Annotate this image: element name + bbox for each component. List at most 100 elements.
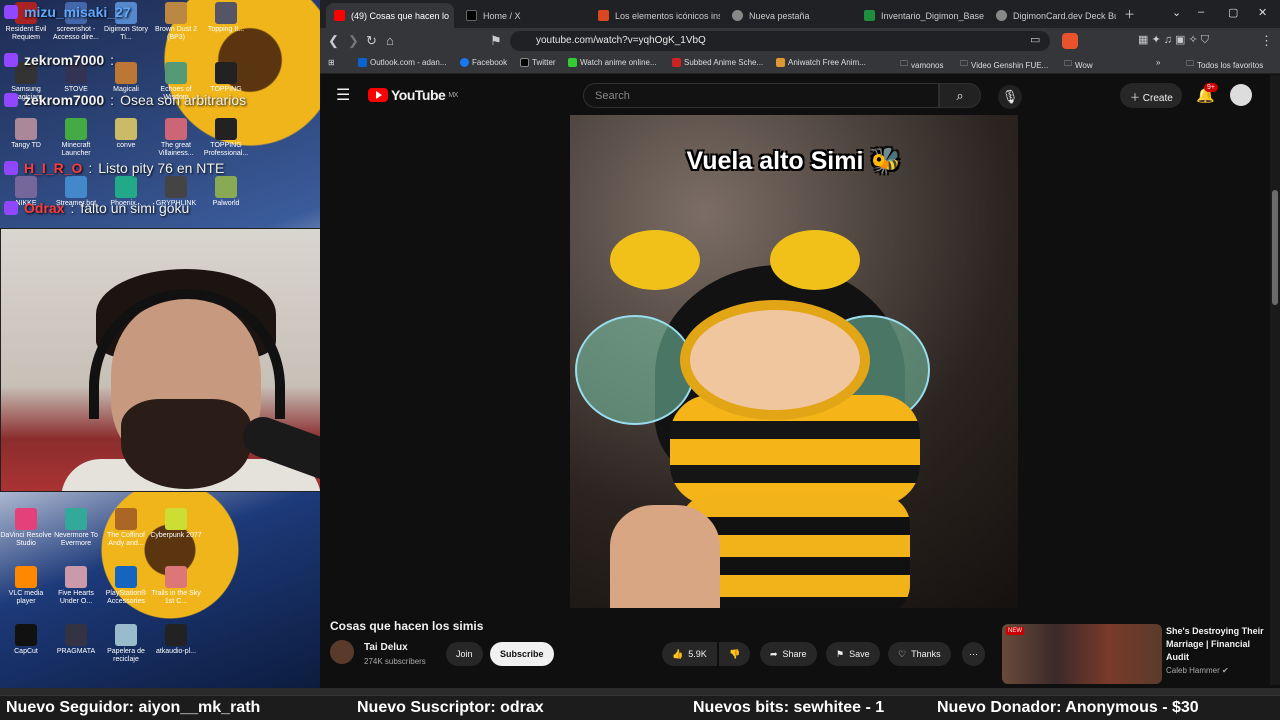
recommended-thumbnail[interactable]: NEW — [1002, 624, 1162, 684]
channel-subscribers: 274K subscribers — [364, 657, 426, 666]
dislike-button[interactable]: 👎 — [719, 642, 751, 666]
desktop-icon[interactable]: Palworld — [200, 176, 252, 208]
tab-youtube[interactable]: (49) Cosas que hacen lo ✕ — [326, 3, 454, 28]
desktop-icon[interactable]: PRAGMATA — [50, 624, 102, 656]
desktop-icon[interactable]: The great Villainess... — [150, 118, 202, 158]
bookmark-all-favorites[interactable]: 🗀 Todos los favoritos — [1186, 58, 1263, 72]
bookmark-twitter[interactable]: Twitter — [520, 58, 556, 67]
chat-text: Osea son arbitrarios — [120, 92, 247, 108]
chat-message: zekrom7000 : Osea son arbitrarios — [4, 92, 246, 108]
desktop-icon[interactable]: Brown Dust 2 (BP3) — [150, 2, 202, 42]
bookmark-folder-vamonos[interactable]: 🗀 vamonos — [900, 58, 943, 72]
chat-message: zekrom7000 : — [4, 52, 114, 68]
new-bits-alert: Nuevos bits: sewhitee - 1 — [693, 699, 885, 716]
scrollbar[interactable] — [1270, 75, 1280, 685]
tab-new[interactable]: Nueva pestaña — [724, 3, 852, 28]
thanks-button[interactable]: ♡ Thanks — [888, 642, 951, 666]
maximize-icon[interactable]: ▢ — [1228, 6, 1238, 19]
desktop-icon[interactable]: TOPPING — [200, 62, 252, 94]
channel-name[interactable]: Tai Delux — [364, 642, 408, 653]
home-icon[interactable]: ⌂ — [386, 33, 394, 48]
tab-sheets[interactable]: Inventario_Digimon_Base - — [856, 3, 984, 28]
folder-icon: 🗀 — [960, 59, 968, 68]
desktop-icon[interactable]: DaVinci Resolve Studio — [0, 508, 52, 548]
menu-icon[interactable]: ⋮ — [1260, 33, 1273, 49]
tab-x[interactable]: Home / X — [458, 3, 586, 28]
video-player[interactable]: Vuela alto Simi 🐝 — [570, 115, 1018, 608]
recommended-title[interactable]: She's Destroying Their Marriage | Financ… — [1166, 625, 1266, 664]
hamburger-menu-icon[interactable]: ☰ — [336, 85, 350, 105]
folder-icon: 🗀 — [1186, 59, 1194, 68]
chevron-right-icon[interactable]: » — [1156, 58, 1160, 67]
bookmark-folder-wow[interactable]: 🗀 Wow — [1064, 58, 1093, 72]
bookmark-facebook[interactable]: Facebook — [460, 58, 507, 67]
apps-icon[interactable]: ⊞ — [328, 58, 335, 67]
desktop-icon[interactable]: atkaudio-pl... — [150, 624, 202, 656]
chat-separator: : — [88, 160, 93, 176]
desktop-icon[interactable]: The Coffinof Andy and... — [100, 508, 152, 548]
search-button[interactable]: ⌕ — [939, 83, 981, 108]
microphone-icon[interactable]: 🎙 — [998, 85, 1022, 109]
forward-icon[interactable]: ❯ — [348, 33, 359, 49]
back-icon[interactable]: ❮ — [328, 33, 339, 49]
desktop-icon[interactable]: conve — [100, 118, 152, 150]
outlook-icon — [358, 58, 367, 67]
minimize-icon[interactable]: – — [1198, 6, 1204, 18]
article-favicon-icon — [598, 10, 609, 21]
new-tab-icon[interactable]: ＋ — [1124, 6, 1135, 22]
twitch-icon — [4, 5, 18, 19]
chat-username: zekrom7000 — [24, 52, 105, 68]
cast-icon[interactable]: ▭ — [1030, 33, 1040, 46]
bookmarks-bar: ⊞ Outlook.com - adan... Facebook Twitter… — [320, 54, 1280, 74]
subscribe-button[interactable]: Subscribe — [490, 642, 554, 666]
avatar[interactable] — [1230, 84, 1252, 106]
video-title: Cosas que hacen los simis — [330, 619, 484, 633]
join-button[interactable]: Join — [446, 642, 483, 666]
chevron-down-icon[interactable]: ⌄ — [1172, 6, 1181, 19]
desktop-icon[interactable]: PlayStation® Accessories — [100, 566, 152, 606]
brave-shield-icon[interactable] — [1062, 33, 1078, 49]
close-window-icon[interactable]: ✕ — [1258, 6, 1267, 19]
bee-plush-wing — [575, 315, 695, 425]
facebook-icon — [460, 58, 469, 67]
reload-icon[interactable]: ↻ — [366, 33, 377, 49]
scrollbar-thumb[interactable] — [1272, 190, 1278, 305]
desktop-icon[interactable]: Cyberpunk 2077 — [150, 508, 202, 540]
tab-article[interactable]: Los elementos icónicos insp — [590, 3, 720, 28]
x-favicon-icon — [466, 10, 477, 21]
extensions-icon[interactable]: ▦ ✦ ♫ ▣ ✧ ⛉ — [1138, 33, 1209, 47]
twitch-icon — [4, 161, 18, 175]
desktop-icon[interactable]: TOPPING Professional... — [200, 118, 252, 158]
bookmark-icon[interactable]: ⚑ — [490, 33, 502, 49]
bookmark-genshin[interactable]: 🗀 Video Genshin FUE... — [960, 58, 1048, 72]
bookmark-outlook[interactable]: Outlook.com - adan... — [358, 58, 446, 67]
desktop-icon[interactable]: Tangy TD — [0, 118, 52, 150]
browser-window: (49) Cosas que hacen lo ✕ Home / X Los e… — [320, 0, 1280, 690]
bookmark-subbed[interactable]: Subbed Anime Sche... — [672, 58, 763, 67]
tab-digimoncard[interactable]: DigimonCard.dev Deck Buil — [988, 3, 1116, 28]
thumbs-up-icon: 👍 — [672, 648, 684, 659]
youtube-logo[interactable]: YouTube MX — [368, 87, 458, 103]
chat-separator: : — [110, 52, 115, 68]
desktop-icon[interactable]: VLC media player — [0, 566, 52, 606]
url-field[interactable]: youtube.com/watch?v=yqhOgK_1VbQ — [510, 31, 1050, 51]
more-actions-button[interactable]: ⋯ — [962, 642, 985, 666]
bookmark-aniwatch[interactable]: Aniwatch Free Anim... — [776, 58, 866, 67]
twitch-icon — [4, 53, 18, 67]
share-button[interactable]: ➦ Share — [760, 642, 817, 666]
create-button[interactable]: ＋ Create — [1120, 83, 1182, 108]
save-button[interactable]: ⚑ Save — [826, 642, 880, 666]
desktop-icon[interactable]: CapCut — [0, 624, 52, 656]
sunflower-decoration — [90, 470, 250, 630]
desktop-icon[interactable]: Minecraft Launcher — [50, 118, 102, 158]
channel-avatar[interactable] — [330, 640, 354, 664]
search-input[interactable]: Search — [583, 83, 939, 108]
desktop-icon[interactable]: Five Hearts Under O... — [50, 566, 102, 606]
desktop-icon[interactable]: Trails in the Sky 1st C... — [150, 566, 202, 606]
bookmark-anime[interactable]: Watch anime online... — [568, 58, 657, 67]
twitch-icon — [4, 93, 18, 107]
recycle-bin-icon[interactable]: Papelera de reciclaje — [100, 624, 152, 664]
like-button[interactable]: 👍 5.9K — [662, 642, 717, 666]
desktop-icon[interactable]: Topping II... — [200, 2, 252, 34]
desktop-icon[interactable]: Nevermore To Evermore — [50, 508, 102, 548]
